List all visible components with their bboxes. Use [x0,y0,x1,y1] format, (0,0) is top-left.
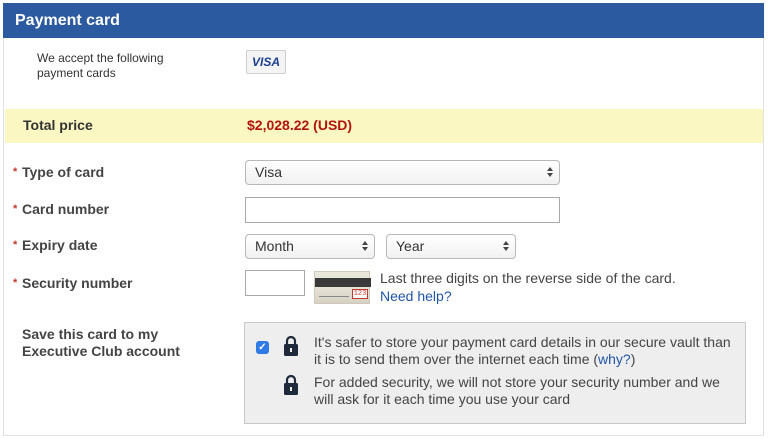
need-help-link[interactable]: Need help? [380,288,452,305]
lock-icon [284,335,298,356]
payment-card-panel: We accept the following payment cards VI… [3,38,764,436]
select-arrows-icon [362,241,368,251]
security-number-input[interactable] [245,270,305,296]
card-type-select[interactable]: Visa [245,160,560,185]
select-arrows-icon [503,241,509,251]
expiry-year-value: Year [396,238,425,254]
expiry-month-select[interactable]: Month [245,234,375,259]
required-marker: * [13,166,18,178]
required-marker: * [13,203,18,215]
payment-card-header: Payment card [3,3,764,38]
total-price-value: $2,028.22 (USD) [247,117,353,133]
vault-message-1: It's safer to store your payment card de… [314,334,739,368]
card-type-value: Visa [255,164,282,180]
required-marker: * [13,239,18,251]
vault-message-text: It's safer to store your payment card de… [314,334,731,367]
vault-message-2: For added security, we will not store yo… [314,374,720,407]
save-card-checkbox[interactable]: ✓ [256,341,269,354]
security-help-text: Last three digits on the reverse side of… [380,270,676,286]
card-number-input[interactable] [245,197,560,223]
select-arrows-icon [547,167,553,177]
save-card-label: Save this card to my Executive Club acco… [22,326,180,359]
secure-vault-box: ✓ It's safer to store your payment card … [244,322,746,424]
security-number-label: Security number [22,275,133,291]
magnetic-strip [315,278,371,287]
expiry-date-label: Expiry date [22,237,98,253]
why-link[interactable]: why? [598,351,631,367]
lock-icon [284,374,298,395]
cvv-digits: 123 [352,289,368,299]
section-title: Payment card [15,12,120,29]
card-type-label: Type of card [22,164,105,180]
card-back-image: 123 [314,271,371,304]
vault-message-close: ) [630,351,636,367]
total-price-label: Total price [23,117,93,133]
visa-card-logo: VISA [246,50,286,74]
accepted-cards-label: We accept the following payment cards [37,51,164,80]
total-price-row: Total price $2,028.22 (USD) [5,109,763,143]
signature-line [319,291,349,297]
expiry-year-select[interactable]: Year [386,234,516,259]
card-number-label: Card number [22,201,110,217]
expiry-month-value: Month [255,238,294,254]
required-marker: * [13,277,18,289]
